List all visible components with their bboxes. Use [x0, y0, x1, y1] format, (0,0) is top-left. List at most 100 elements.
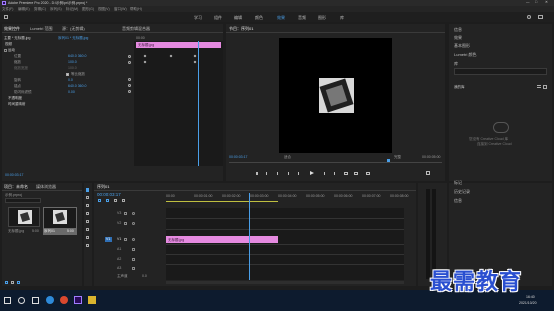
extract-icon[interactable]	[354, 172, 358, 175]
timeline-timecode[interactable]: 00:00:03:17	[97, 192, 121, 197]
track-v1[interactable]: V1	[117, 237, 121, 241]
workspace-audio[interactable]: 音频	[298, 15, 306, 21]
ripple-edit-tool-icon[interactable]	[86, 204, 89, 207]
master-value[interactable]: 0.0	[142, 274, 147, 278]
reset-icon[interactable]	[128, 90, 131, 93]
tab-libraries[interactable]: 库	[454, 61, 458, 67]
track-select-tool-icon[interactable]	[86, 196, 89, 199]
mute-icon[interactable]	[132, 248, 135, 251]
clip-label[interactable]: 主要 * 无标题.jpg	[4, 36, 30, 41]
workspace-assembly[interactable]: 组件	[214, 15, 222, 21]
row-motion[interactable]: 运动	[8, 48, 15, 53]
workspace-learn[interactable]: 学习	[194, 15, 202, 21]
tab-effects[interactable]: 效果	[454, 35, 462, 41]
type-tool-icon[interactable]	[86, 244, 89, 247]
track-v3[interactable]: V3	[117, 211, 121, 215]
tab-info[interactable]: 信息	[454, 27, 462, 33]
step-back-icon[interactable]	[298, 172, 301, 175]
icon-view-icon[interactable]	[17, 281, 20, 284]
sequence-label[interactable]: 序列01 * 无标题.jpg	[58, 36, 88, 41]
search-icon[interactable]	[18, 297, 25, 304]
position-value[interactable]: 640.0 360.0	[68, 54, 87, 58]
keyframe-icon[interactable]	[169, 54, 173, 58]
list-view-icon[interactable]	[11, 281, 14, 284]
mute-icon[interactable]	[132, 258, 135, 261]
minimize-button[interactable]: —	[526, 0, 530, 4]
lock-icon[interactable]	[124, 238, 127, 241]
home-icon[interactable]	[4, 15, 8, 19]
tab-history[interactable]: 历史记录	[454, 189, 470, 195]
reset-icon[interactable]	[128, 55, 131, 58]
reset-icon[interactable]	[128, 61, 131, 64]
selection-tool-icon[interactable]	[86, 188, 89, 192]
lift-icon[interactable]	[344, 172, 348, 175]
grid-view-icon[interactable]	[543, 85, 547, 89]
razor-tool-icon[interactable]	[86, 212, 89, 215]
rotation-value[interactable]: 0.0	[68, 78, 73, 82]
track-a3[interactable]: A3	[117, 266, 121, 270]
mini-playhead[interactable]	[198, 41, 199, 166]
project-item[interactable]: 无标题.jpg 5:00	[8, 207, 40, 235]
camera-icon[interactable]	[366, 172, 370, 175]
lock-icon[interactable]	[124, 212, 127, 215]
program-timecode[interactable]: 00:00:03:17	[229, 155, 248, 159]
expand-icon[interactable]	[538, 15, 543, 19]
search-icon[interactable]	[527, 15, 531, 19]
reset-icon[interactable]	[128, 78, 131, 81]
track-v2[interactable]: V2	[117, 221, 121, 225]
project-search[interactable]	[5, 198, 41, 203]
edge-icon[interactable]	[46, 296, 54, 304]
snap-icon[interactable]	[98, 199, 101, 202]
workspace-graphics[interactable]: 图形	[318, 15, 326, 21]
uniform-scale-checkbox[interactable]	[66, 73, 69, 76]
scale-value[interactable]: 100.0	[68, 60, 77, 64]
workspace-color[interactable]: 颜色	[255, 15, 263, 21]
library-dropdown[interactable]: 我的库	[454, 85, 465, 90]
source-patch-v1[interactable]: V1	[105, 237, 112, 242]
chrome-icon[interactable]	[60, 296, 68, 304]
work-area-bar[interactable]	[166, 201, 278, 202]
scale-width-value[interactable]: 100.0	[68, 66, 77, 70]
anti-flicker-value[interactable]: 0.00	[68, 90, 75, 94]
goto-in-icon[interactable]	[288, 172, 291, 175]
play-icon[interactable]	[310, 171, 314, 175]
anchor-value[interactable]: 640.0 360.0	[68, 84, 87, 88]
in-point-icon[interactable]	[266, 172, 268, 175]
reset-icon[interactable]	[128, 84, 131, 87]
list-view-icon[interactable]	[537, 85, 541, 88]
workspace-editing[interactable]: 编辑	[234, 15, 242, 21]
linked-selection-icon[interactable]	[106, 199, 109, 202]
workspace-libraries[interactable]: 库	[340, 15, 344, 21]
mini-clip-bar[interactable]: 无标题.jpg	[136, 42, 221, 48]
keyframe-icon[interactable]	[143, 54, 147, 58]
fit-dropdown[interactable]: 适合	[284, 155, 291, 160]
step-forward-icon[interactable]	[322, 172, 325, 175]
keyframe-icon[interactable]	[193, 54, 197, 58]
add-marker-icon[interactable]	[114, 199, 117, 202]
out-point-icon[interactable]	[276, 172, 278, 175]
quality-dropdown[interactable]: 完整	[394, 155, 401, 160]
tab-essential-graphics[interactable]: 基本图形	[454, 43, 470, 49]
slip-tool-icon[interactable]	[86, 220, 89, 223]
hand-tool-icon[interactable]	[86, 236, 89, 239]
clock-date[interactable]: 2021/10/20	[519, 301, 537, 305]
eye-icon[interactable]	[132, 238, 135, 241]
premiere-taskbar-icon[interactable]	[74, 296, 82, 304]
start-icon[interactable]	[4, 297, 11, 304]
lock-icon[interactable]	[124, 222, 127, 225]
task-view-icon[interactable]	[32, 297, 39, 304]
timeline-scrollbar[interactable]	[166, 281, 404, 284]
track-a2[interactable]: A2	[117, 257, 121, 261]
monitor-scrubber[interactable]	[229, 162, 442, 163]
clock-time[interactable]: 16:40	[526, 295, 535, 299]
workspace-effects[interactable]: 效果	[277, 15, 285, 21]
row-time-remap[interactable]: 时间重映射	[8, 102, 26, 107]
close-button[interactable]: ✕	[545, 0, 548, 4]
track-a1[interactable]: A1	[117, 247, 121, 251]
project-item[interactable]: 序列01 5:00	[43, 207, 77, 235]
lock-icon[interactable]	[5, 281, 8, 284]
maximize-button[interactable]: □	[535, 0, 537, 4]
mute-icon[interactable]	[132, 267, 135, 270]
timeline-clip[interactable]: 无标题.jpg	[166, 236, 278, 243]
time-ruler[interactable]: 00:00 00:00:01:00 00:00:02:00 00:00:03:0…	[166, 193, 414, 203]
